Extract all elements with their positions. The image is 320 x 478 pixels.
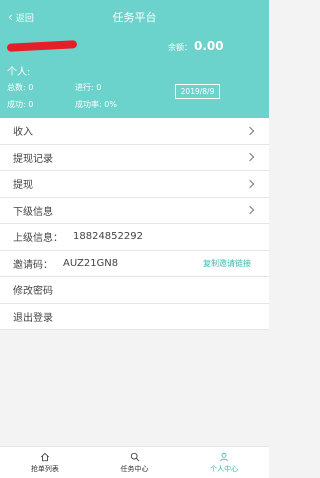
stat-total: 总数: 0	[7, 83, 34, 92]
menu-item-subordinate-info[interactable]: 下级信息	[0, 198, 269, 224]
balance-label: 余额：	[168, 43, 192, 52]
balance-value: 0.00	[194, 39, 224, 53]
menu-item-change-password[interactable]: 修改密码	[0, 277, 269, 304]
balance: 余额： 0.00	[168, 39, 224, 53]
nav-bar: ‹ 返回 任务平台	[0, 0, 269, 34]
menu-item-label: 修改密码	[13, 286, 53, 298]
personal-label: 个人:	[7, 67, 31, 78]
tab-order-list[interactable]: 抢单列表	[0, 447, 90, 478]
tab-label: 任务中心	[120, 464, 149, 473]
date-badge: 2019/8/9	[175, 84, 220, 99]
menu-item-withdraw[interactable]: 提现	[0, 171, 269, 198]
upline-info-row: 上级信息： 18824852292	[0, 224, 269, 251]
tab-bar: 抢单列表 任务中心 个人中心	[0, 446, 269, 478]
page-title: 任务平台	[112, 11, 157, 24]
menu-list: 收入 提现记录 提现 下级信息 上级信息： 18824852292 邀请码： A…	[0, 118, 269, 330]
upline-value: 18824852292	[73, 231, 143, 243]
menu-item-withdraw-records[interactable]: 提现记录	[0, 145, 269, 171]
chevron-right-icon	[245, 179, 255, 188]
invite-code: AUZ21GN8	[63, 257, 119, 269]
tab-label: 个人中心	[210, 464, 239, 473]
search-icon	[130, 452, 139, 461]
invite-label: 邀请码：	[13, 259, 53, 271]
invite-code-row: 邀请码： AUZ21GN8 复制邀请链接	[0, 251, 269, 277]
chevron-right-icon	[245, 153, 255, 162]
menu-item-logout[interactable]: 退出登录	[0, 304, 269, 330]
redacted-username	[6, 40, 78, 52]
menu-item-label: 下级信息	[13, 206, 53, 218]
home-icon	[40, 452, 49, 461]
menu-item-label: 退出登录	[13, 312, 53, 324]
user-icon	[220, 452, 229, 461]
stat-success: 成功: 0	[7, 100, 34, 109]
upline-label: 上级信息：	[13, 233, 63, 245]
chevron-right-icon	[245, 206, 255, 215]
copy-invite-link-button[interactable]: 复制邀请链接	[203, 258, 251, 269]
stat-in-progress: 进行: 0	[75, 83, 102, 92]
stat-success-rate: 成功率: 0%	[75, 100, 117, 109]
tab-label: 抢单列表	[30, 464, 59, 473]
menu-item-label: 提现记录	[13, 153, 53, 165]
tab-task-center[interactable]: 任务中心	[90, 447, 180, 478]
chevron-right-icon	[245, 126, 255, 135]
menu-item-income[interactable]: 收入	[0, 118, 269, 145]
tab-personal-center[interactable]: 个人中心	[179, 447, 269, 478]
menu-item-label: 提现	[13, 180, 33, 192]
profile-header: ‹ 返回 任务平台 余额： 0.00 个人: 总数: 0 进行: 0 成功: 0…	[0, 0, 269, 118]
menu-item-label: 收入	[13, 127, 33, 139]
